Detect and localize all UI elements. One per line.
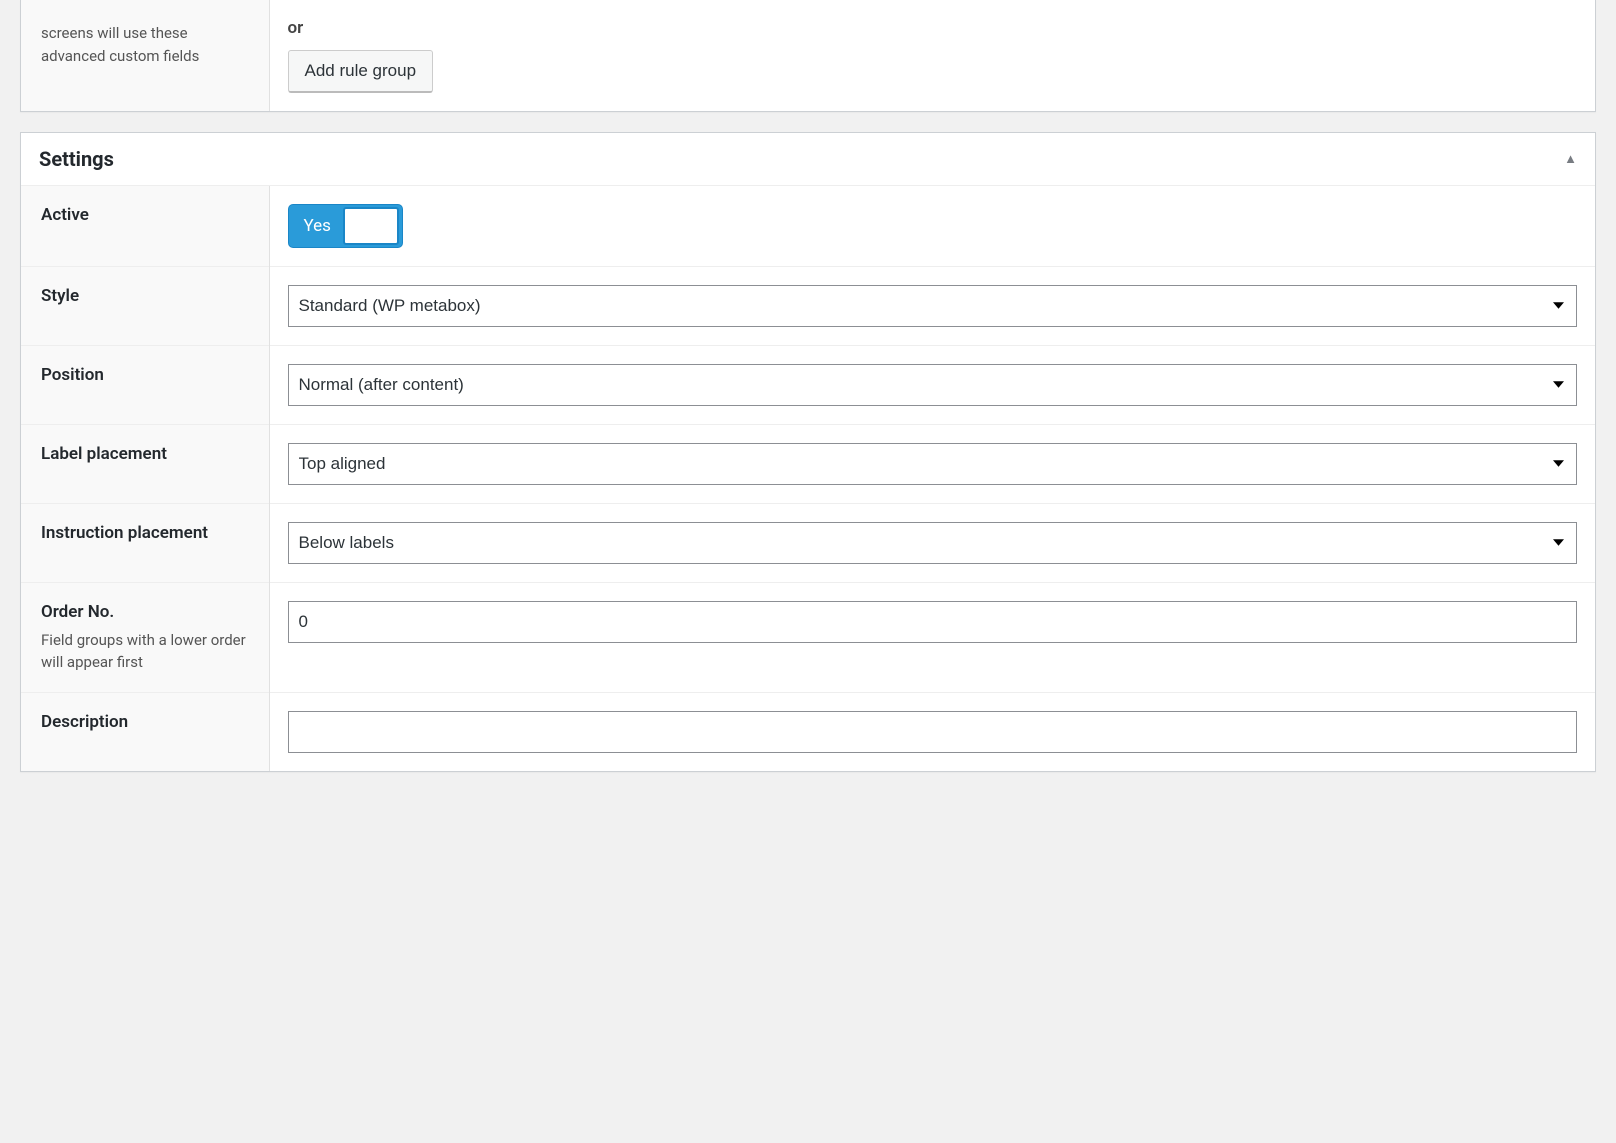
position-label-cell: Position — [21, 345, 269, 424]
order-no-description: Field groups with a lower order will app… — [41, 629, 249, 674]
position-select[interactable]: Normal (after content) — [288, 364, 1578, 406]
description-label: Description — [41, 711, 249, 735]
style-select[interactable]: Standard (WP metabox) — [288, 285, 1578, 327]
active-toggle[interactable]: Yes — [288, 204, 403, 248]
location-description-partial: screens will use these advanced custom f… — [41, 22, 249, 67]
location-rules-panel: screens will use these advanced custom f… — [20, 0, 1596, 112]
description-input[interactable] — [288, 711, 1578, 753]
location-label-cell: screens will use these advanced custom f… — [21, 0, 269, 111]
label-placement-label: Label placement — [41, 443, 249, 467]
description-input-cell — [269, 692, 1595, 771]
instruction-placement-select[interactable]: Below labels — [288, 522, 1578, 564]
position-label: Position — [41, 364, 249, 388]
active-input-cell: Yes — [269, 186, 1595, 267]
active-toggle-value: Yes — [292, 216, 343, 236]
settings-panel: Settings ▲ Active Yes Style — [20, 132, 1596, 772]
style-label-cell: Style — [21, 266, 269, 345]
settings-header: Settings ▲ — [21, 133, 1595, 186]
active-toggle-slider — [343, 207, 399, 245]
order-no-input[interactable] — [288, 601, 1578, 643]
instruction-placement-input-cell: Below labels — [269, 503, 1595, 582]
location-input-cell: or Add rule group — [269, 0, 1595, 111]
add-rule-group-button[interactable]: Add rule group — [288, 50, 434, 93]
label-placement-select[interactable]: Top aligned — [288, 443, 1578, 485]
collapse-toggle-icon[interactable]: ▲ — [1564, 151, 1577, 167]
active-label-cell: Active — [21, 186, 269, 267]
position-input-cell: Normal (after content) — [269, 345, 1595, 424]
settings-panel-title: Settings — [39, 147, 114, 171]
label-placement-input-cell: Top aligned — [269, 424, 1595, 503]
instruction-placement-label-cell: Instruction placement — [21, 503, 269, 582]
active-label: Active — [41, 204, 249, 228]
or-text: or — [288, 18, 1578, 38]
description-label-cell: Description — [21, 692, 269, 771]
style-input-cell: Standard (WP metabox) — [269, 266, 1595, 345]
order-no-input-cell — [269, 582, 1595, 692]
order-no-label-cell: Order No. Field groups with a lower orde… — [21, 582, 269, 692]
label-placement-label-cell: Label placement — [21, 424, 269, 503]
style-label: Style — [41, 285, 249, 309]
order-no-label: Order No. — [41, 601, 249, 625]
instruction-placement-label: Instruction placement — [41, 522, 249, 546]
